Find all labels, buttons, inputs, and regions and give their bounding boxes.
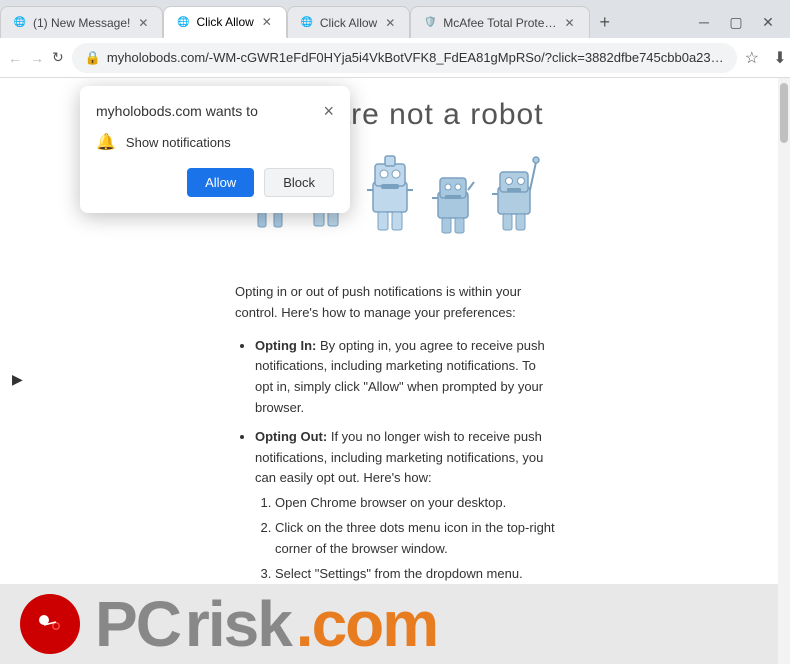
maximize-button[interactable]: ▢ bbox=[724, 10, 748, 34]
url-bar[interactable]: 🔒 myholobods.com/-WM-cGWR1eFdF0HYja5i4Vk… bbox=[72, 43, 737, 73]
bookmark-button[interactable]: ☆ bbox=[745, 48, 759, 68]
popup-header: myholobods.com wants to × bbox=[96, 102, 334, 120]
tab-favicon-3: 🌐 bbox=[300, 16, 314, 30]
tab-title-3: Click Allow bbox=[320, 16, 377, 30]
forward-button[interactable]: → bbox=[30, 44, 44, 72]
url-text: myholobods.com/-WM-cGWR1eFdF0HYja5i4VkBo… bbox=[107, 50, 724, 65]
new-tab-button[interactable]: + bbox=[590, 12, 621, 33]
popup-notification-row: 🔔 Show notifications bbox=[96, 132, 334, 152]
pcrisk-logo-text: PC risk .com bbox=[95, 592, 437, 656]
minimize-button[interactable]: ─ bbox=[692, 10, 716, 34]
pcrisk-logo-circle bbox=[20, 594, 80, 654]
scrollbar-thumb[interactable] bbox=[780, 83, 788, 143]
tab-click-allow-active[interactable]: 🌐 Click Allow ✕ bbox=[163, 6, 286, 38]
tab-close-3[interactable]: ✕ bbox=[383, 16, 397, 30]
tab-title-2: Click Allow bbox=[196, 15, 253, 29]
tab-favicon-4: 🛡️ bbox=[423, 16, 437, 30]
risk-text: risk bbox=[185, 592, 291, 656]
pc-text: PC bbox=[95, 592, 180, 656]
window-controls: ─ ▢ ✕ bbox=[692, 10, 790, 34]
mouse-cursor: ▶ bbox=[12, 371, 20, 383]
tab-close-2[interactable]: ✕ bbox=[260, 15, 274, 29]
bell-icon: 🔔 bbox=[96, 132, 116, 152]
address-bar: ← → ↻ 🔒 myholobods.com/-WM-cGWR1eFdF0HYj… bbox=[0, 38, 790, 78]
popup-notification-label: Show notifications bbox=[126, 135, 231, 150]
scrollbar[interactable] bbox=[778, 78, 790, 664]
popup-close-button[interactable]: × bbox=[323, 102, 334, 120]
tab-close-4[interactable]: ✕ bbox=[562, 16, 576, 30]
tab-title-4: McAfee Total Prote… bbox=[443, 16, 556, 30]
browser-window: 🌐 (1) New Message! ✕ 🌐 Click Allow ✕ 🌐 C… bbox=[0, 0, 790, 664]
tab-click-allow-2[interactable]: 🌐 Click Allow ✕ bbox=[287, 6, 410, 38]
tab-bar: 🌐 (1) New Message! ✕ 🌐 Click Allow ✕ 🌐 C… bbox=[0, 0, 790, 38]
popup-title: myholobods.com wants to bbox=[96, 103, 258, 119]
opting-out-label: Opting Out: bbox=[255, 429, 327, 444]
tab-close-1[interactable]: ✕ bbox=[136, 16, 150, 30]
close-window-button[interactable]: ✕ bbox=[756, 10, 780, 34]
lock-icon: 🔒 bbox=[85, 50, 101, 66]
opting-in-label: Opting In: bbox=[255, 338, 316, 353]
tab-new-message[interactable]: 🌐 (1) New Message! ✕ bbox=[0, 6, 163, 38]
tab-title-1: (1) New Message! bbox=[33, 16, 130, 30]
pcrisk-logo-svg bbox=[30, 604, 70, 644]
notification-popup: myholobods.com wants to × 🔔 Show notific… bbox=[80, 86, 350, 213]
sublist-item-2: Click on the three dots menu icon in the… bbox=[275, 518, 555, 560]
popup-action-buttons: Allow Block bbox=[96, 168, 334, 197]
sublist-item-3: Select "Settings" from the dropdown menu… bbox=[275, 564, 555, 585]
download-button[interactable]: ⬇ bbox=[767, 45, 790, 71]
content-area: myholobods.com wants to × 🔔 Show notific… bbox=[0, 78, 790, 664]
tab-favicon-1: 🌐 bbox=[13, 16, 27, 30]
pcrisk-footer: PC risk .com bbox=[0, 584, 790, 664]
block-button[interactable]: Block bbox=[264, 168, 334, 197]
sublist-item-1: Open Chrome browser on your desktop. bbox=[275, 493, 555, 514]
dotcom-text: .com bbox=[296, 592, 437, 656]
allow-button[interactable]: Allow bbox=[187, 168, 254, 197]
reload-button[interactable]: ↻ bbox=[52, 44, 64, 72]
tab-favicon-2: 🌐 bbox=[176, 15, 190, 29]
tab-mcafee[interactable]: 🛡️ McAfee Total Prote… ✕ bbox=[410, 6, 589, 38]
back-button[interactable]: ← bbox=[8, 44, 22, 72]
page-paragraph: Opting in or out of push notifications i… bbox=[235, 282, 555, 324]
toolbar-icons: ⬇ ⧉ 👤 ⋮ bbox=[767, 45, 790, 71]
list-item-opting-in: Opting In: By opting in, you agree to re… bbox=[255, 336, 555, 419]
